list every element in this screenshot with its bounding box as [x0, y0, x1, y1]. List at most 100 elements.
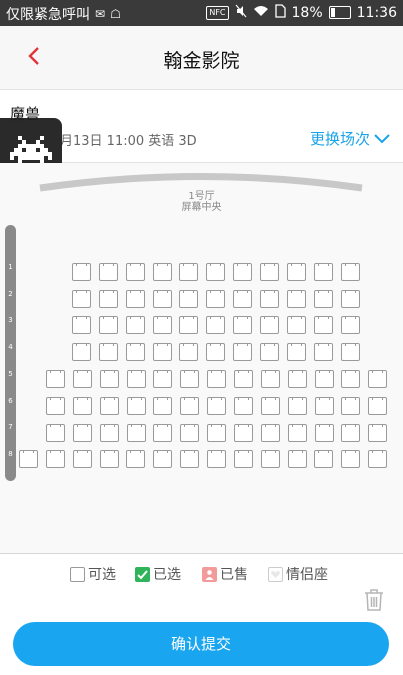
- seat[interactable]: [72, 290, 91, 308]
- seat[interactable]: [340, 290, 360, 308]
- seat[interactable]: [180, 397, 200, 415]
- seat[interactable]: [207, 424, 227, 442]
- change-showtime-button[interactable]: 更换场次: [310, 128, 391, 149]
- seat[interactable]: [72, 424, 92, 442]
- seat[interactable]: [125, 263, 145, 281]
- seat[interactable]: [46, 397, 65, 415]
- seat[interactable]: [126, 370, 146, 388]
- seat[interactable]: [180, 450, 200, 468]
- seat[interactable]: [233, 424, 253, 442]
- seat[interactable]: [126, 450, 146, 468]
- seat[interactable]: [152, 290, 172, 308]
- clear-selection-button[interactable]: [363, 588, 385, 612]
- seat[interactable]: [341, 424, 361, 442]
- seat[interactable]: [314, 450, 334, 468]
- seat[interactable]: [152, 343, 172, 361]
- seat[interactable]: [368, 397, 388, 415]
- seat[interactable]: [341, 450, 361, 468]
- seat[interactable]: [72, 397, 92, 415]
- seat[interactable]: [125, 343, 145, 361]
- seat[interactable]: [233, 450, 253, 468]
- seat[interactable]: [19, 450, 38, 468]
- seat[interactable]: [287, 450, 307, 468]
- seat-map[interactable]: 1号厅 屏幕中央 1 2 3 4 5 6 7 8: [0, 163, 403, 554]
- seat[interactable]: [368, 450, 388, 468]
- seat[interactable]: [179, 316, 199, 334]
- seat[interactable]: [233, 290, 253, 308]
- seat[interactable]: [340, 316, 360, 334]
- seat[interactable]: [341, 397, 361, 415]
- seat[interactable]: [72, 370, 92, 388]
- seat[interactable]: [72, 316, 91, 334]
- seat[interactable]: [287, 397, 307, 415]
- seat[interactable]: [260, 450, 280, 468]
- seat[interactable]: [99, 397, 119, 415]
- seat[interactable]: [313, 343, 333, 361]
- seat[interactable]: [368, 370, 388, 388]
- seat[interactable]: [206, 343, 226, 361]
- seat[interactable]: [180, 370, 200, 388]
- seat[interactable]: [45, 450, 65, 468]
- seat[interactable]: [179, 263, 199, 281]
- seat[interactable]: [287, 370, 307, 388]
- seat[interactable]: [72, 263, 91, 281]
- seat[interactable]: [98, 263, 118, 281]
- seat[interactable]: [126, 424, 146, 442]
- seat[interactable]: [125, 316, 145, 334]
- seat[interactable]: [72, 343, 91, 361]
- seat[interactable]: [99, 424, 119, 442]
- seat[interactable]: [152, 316, 172, 334]
- seat[interactable]: [314, 424, 334, 442]
- seat[interactable]: [179, 290, 199, 308]
- seat[interactable]: [286, 343, 306, 361]
- seat[interactable]: [153, 397, 173, 415]
- confirm-submit-button[interactable]: 确认提交: [13, 622, 389, 666]
- seat[interactable]: [98, 343, 118, 361]
- seat[interactable]: [206, 263, 226, 281]
- seat[interactable]: [313, 263, 333, 281]
- seat[interactable]: [46, 424, 65, 442]
- seat[interactable]: [259, 290, 279, 308]
- seat[interactable]: [126, 397, 146, 415]
- seat[interactable]: [260, 424, 280, 442]
- seat[interactable]: [72, 450, 92, 468]
- seat[interactable]: [314, 397, 334, 415]
- seat[interactable]: [180, 424, 200, 442]
- seat[interactable]: [98, 290, 118, 308]
- seat[interactable]: [46, 370, 65, 388]
- seat[interactable]: [287, 424, 307, 442]
- seat[interactable]: [207, 370, 227, 388]
- seat[interactable]: [153, 450, 173, 468]
- seat[interactable]: [179, 343, 199, 361]
- seat[interactable]: [98, 316, 118, 334]
- seat[interactable]: [153, 370, 173, 388]
- seat[interactable]: [99, 450, 119, 468]
- seat[interactable]: [233, 316, 253, 334]
- seat[interactable]: [260, 370, 280, 388]
- seat[interactable]: [313, 290, 333, 308]
- seat[interactable]: [153, 424, 173, 442]
- seat[interactable]: [340, 263, 360, 281]
- seat[interactable]: [233, 397, 253, 415]
- seat[interactable]: [340, 343, 360, 361]
- seat[interactable]: [206, 290, 226, 308]
- seat[interactable]: [233, 343, 253, 361]
- seat[interactable]: [259, 316, 279, 334]
- seat[interactable]: [341, 370, 361, 388]
- seat[interactable]: [313, 316, 333, 334]
- seat[interactable]: [260, 397, 280, 415]
- seat[interactable]: [233, 263, 253, 281]
- seat[interactable]: [259, 263, 279, 281]
- seat[interactable]: [368, 424, 388, 442]
- seat[interactable]: [314, 370, 334, 388]
- seat[interactable]: [259, 343, 279, 361]
- seat[interactable]: [286, 290, 306, 308]
- seat[interactable]: [206, 316, 226, 334]
- seat[interactable]: [125, 290, 145, 308]
- seat[interactable]: [286, 263, 306, 281]
- seat[interactable]: [286, 316, 306, 334]
- seat[interactable]: [233, 370, 253, 388]
- seat[interactable]: [99, 370, 119, 388]
- seat[interactable]: [206, 450, 226, 468]
- seat[interactable]: [152, 263, 172, 281]
